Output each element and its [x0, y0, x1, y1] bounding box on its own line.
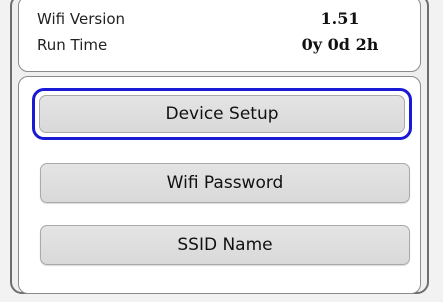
wifi-version-label: Wifi Version	[37, 10, 126, 28]
device-setup-button[interactable]: Device Setup	[32, 88, 412, 140]
device-setup-label: Device Setup	[39, 95, 405, 133]
run-time-row: Run Time 0y 0d 2h	[19, 33, 420, 57]
wifi-version-value: 1.51	[320, 9, 360, 28]
run-time-label: Run Time	[37, 36, 108, 54]
run-time-value: 0y 0d 2h	[301, 35, 379, 54]
wifi-password-button[interactable]: Wifi Password	[40, 163, 410, 203]
actions-panel: Device Setup Wifi Password SSID Name	[18, 76, 421, 294]
wifi-version-row: Wifi Version 1.51	[19, 7, 420, 31]
device-info-panel: Wifi Version 1.51 Run Time 0y 0d 2h	[18, 0, 421, 72]
ssid-name-button[interactable]: SSID Name	[40, 225, 410, 265]
